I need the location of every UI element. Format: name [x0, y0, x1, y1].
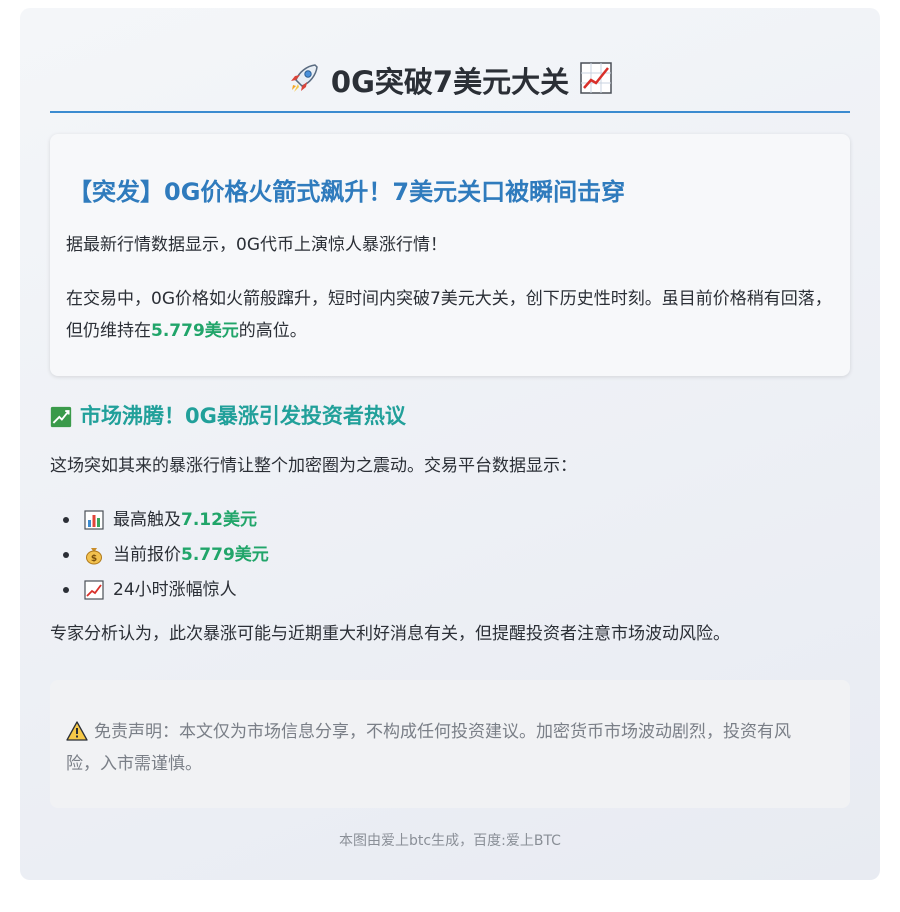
- disclaimer-box: 免责声明：本文仅为市场信息分享，不构成任何投资建议。加密货币市场波动剧烈，投资有…: [50, 680, 850, 808]
- page-title-text: 0G突破7美元大关: [330, 65, 570, 99]
- section-title-text: 市场沸腾！0G暴涨引发投资者热议: [80, 404, 406, 428]
- bullet-dot: [63, 551, 69, 558]
- stat-label: 24小时涨幅惊人: [113, 579, 237, 600]
- list-item: 24小时涨幅惊人: [60, 572, 840, 607]
- chart-yen-icon: [50, 406, 72, 428]
- card-headline: 【突发】0G价格火箭式飙升！7美元关口被瞬间击穿: [68, 178, 626, 206]
- warning-icon: [66, 720, 88, 742]
- paragraph-2-suffix: 的高位。: [238, 321, 307, 341]
- rocket-icon: [287, 61, 321, 107]
- money-bag-icon: $: [83, 544, 105, 566]
- section-intro: 这场突如其来的暴涨行情让整个加密圈为之震动。交易平台数据显示：: [50, 456, 577, 476]
- list-item: 最高触及 7.12美元: [60, 502, 840, 537]
- bullet-dot: [63, 586, 69, 593]
- stat-label: 最高触及: [113, 509, 181, 530]
- stats-list: 最高触及 7.12美元 $ 当前报价 5.779美元 24小时涨幅惊人: [60, 502, 840, 607]
- stat-value: 7.12美元: [181, 509, 257, 530]
- price-highlight: 5.779美元: [151, 321, 239, 341]
- disclaimer-text-block: 免责声明：本文仅为市场信息分享，不构成任何投资建议。加密货币市场波动剧烈，投资有…: [66, 716, 806, 780]
- list-item: $ 当前报价 5.779美元: [60, 537, 840, 572]
- article-card: 0G突破7美元大关 【突发】0G价格火箭式飙升！7美元关口被瞬间击穿 据最新行情…: [20, 8, 880, 880]
- card-paragraph-1: 据最新行情数据显示，0G代币上演惊人暴涨行情！: [66, 235, 447, 255]
- bar-chart-icon: [83, 509, 105, 531]
- disclaimer-text: 免责声明：本文仅为市场信息分享，不构成任何投资建议。加密货币市场波动剧烈，投资有…: [66, 722, 791, 774]
- footer-credit: 本图由爱上btc生成，百度:爱上BTC: [339, 833, 561, 849]
- chart-increasing-icon: [579, 61, 613, 107]
- svg-text:$: $: [91, 554, 97, 564]
- chart-increasing-icon: [83, 579, 105, 601]
- section-title: 市场沸腾！0G暴涨引发投资者热议: [50, 396, 850, 436]
- card-paragraph-2: 在交易中，0G价格如火箭般蹿升，短时间内突破7美元大关，创下历史性时刻。虽目前价…: [66, 283, 836, 347]
- stat-value: 5.779美元: [181, 544, 269, 565]
- bullet-dot: [63, 516, 69, 523]
- news-card: 【突发】0G价格火箭式飙升！7美元关口被瞬间击穿 据最新行情数据显示，0G代币上…: [50, 134, 850, 376]
- stat-label: 当前报价: [113, 544, 181, 565]
- title-divider: [50, 111, 850, 113]
- expert-analysis: 专家分析认为，此次暴涨可能与近期重大利好消息有关，但提醒投资者注意市场波动风险。: [50, 624, 730, 644]
- page-title: 0G突破7美元大关: [50, 60, 850, 107]
